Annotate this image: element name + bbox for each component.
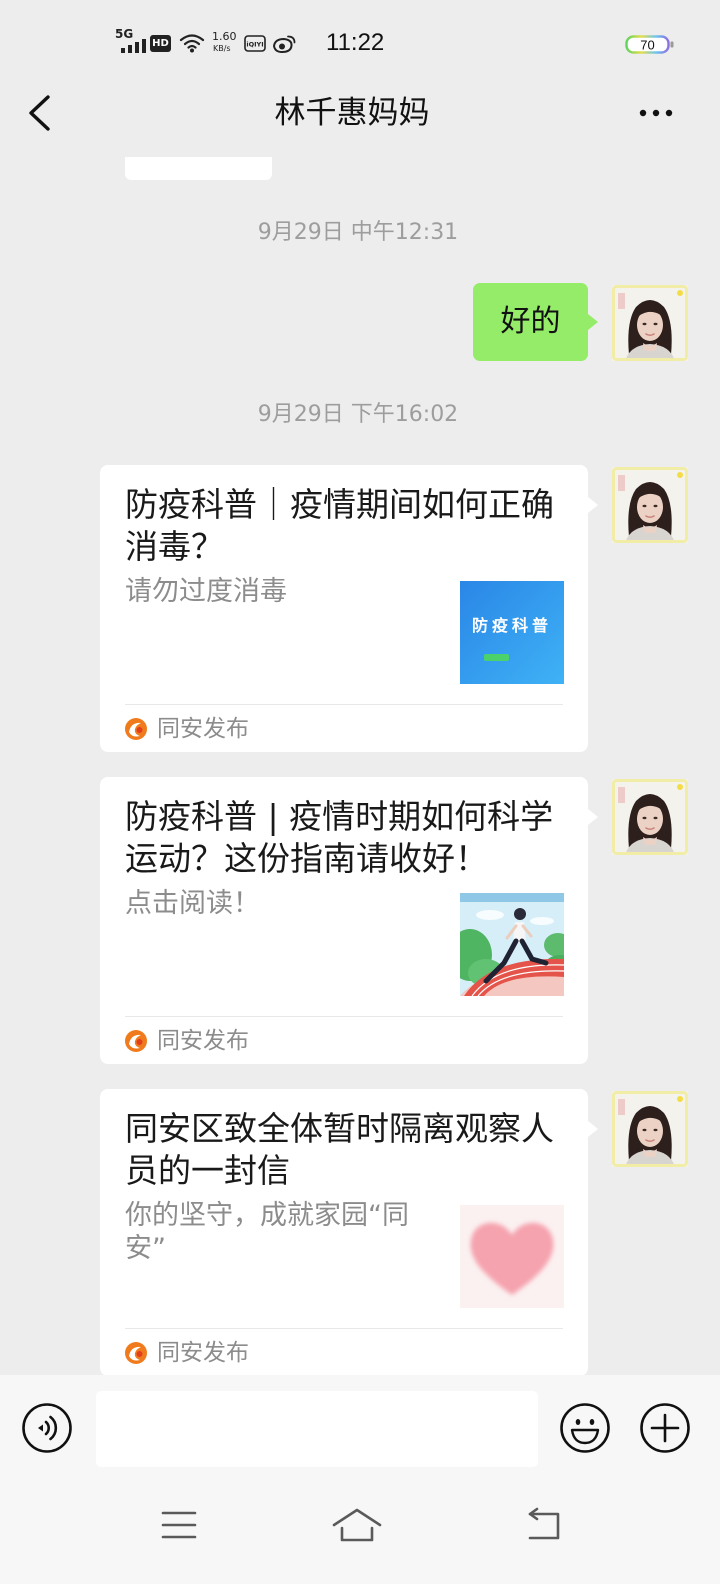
tongan-logo-icon <box>124 1341 148 1365</box>
card-source: 同安发布 <box>157 1028 249 1054</box>
system-nav-bar <box>0 1485 720 1584</box>
tongan-logo-icon <box>124 1029 148 1053</box>
article-card[interactable]: 同安区致全体暂时隔离观察人员的一封信 你的坚守，成就家园“同安” 同安发布 <box>100 1089 598 1376</box>
svg-text:iQIYI: iQIYI <box>246 41 263 49</box>
input-bar <box>0 1375 720 1485</box>
network-speed-unit: KB/s <box>213 44 231 53</box>
home-icon[interactable] <box>330 1505 384 1545</box>
article-card[interactable]: 防疫科普｜疫情期间如何正确消毒？ 请勿过度消毒 防疫科普 同安发布 <box>100 465 598 752</box>
card-description: 请勿过度消毒 <box>125 576 287 607</box>
divider <box>125 1328 563 1329</box>
signal-icon <box>121 39 146 53</box>
avatar[interactable] <box>612 1091 688 1167</box>
avatar[interactable] <box>612 467 688 543</box>
wifi-icon <box>179 34 205 53</box>
clock: 11:22 <box>326 29 385 56</box>
card-title: 同安区致全体暂时隔离观察人员的一封信 <box>125 1109 554 1190</box>
divider <box>125 704 563 705</box>
avatar[interactable] <box>612 285 688 361</box>
voice-icon[interactable] <box>21 1402 73 1454</box>
message-input[interactable] <box>96 1391 538 1467</box>
network-speed-value: 1.60 <box>212 30 237 43</box>
card-thumbnail: 防疫科普 <box>460 581 564 684</box>
divider <box>125 1016 563 1017</box>
iqiyi-icon: iQIYI <box>244 35 266 52</box>
menu-icon[interactable] <box>160 1508 198 1542</box>
card-source: 同安发布 <box>157 716 249 742</box>
card-title: 防疫科普｜疫情期间如何正确消毒？ <box>125 485 554 566</box>
hd-badge: HD <box>150 35 171 52</box>
avatar[interactable] <box>612 779 688 855</box>
chat-title: 林千惠妈妈 <box>274 95 430 131</box>
partial-message[interactable] <box>125 157 272 180</box>
card-thumbnail <box>460 1205 564 1308</box>
card-description: 你的坚守，成就家园“同安” <box>125 1200 409 1264</box>
svg-text:防疫科普: 防疫科普 <box>472 616 552 635</box>
sent-message-bubble[interactable]: 好的 <box>473 283 598 361</box>
card-thumbnail <box>460 893 564 996</box>
card-title: 防疫科普 | 疫情时期如何科学运动？这份指南请收好！ <box>125 797 554 878</box>
battery-icon: 70 <box>625 35 674 54</box>
card-source: 同安发布 <box>157 1340 249 1366</box>
timestamp: 9月29日 中午12:31 <box>257 220 459 245</box>
back-icon[interactable] <box>524 1505 564 1545</box>
more-icon[interactable] <box>636 104 676 122</box>
plus-icon[interactable] <box>639 1402 691 1454</box>
weibo-icon <box>272 35 296 54</box>
timestamp: 9月29日 下午16:02 <box>257 402 459 427</box>
tongan-logo-icon <box>124 717 148 741</box>
card-description: 点击阅读！ <box>125 888 260 919</box>
svg-text:70: 70 <box>640 38 654 53</box>
article-card[interactable]: 防疫科普 | 疫情时期如何科学运动？这份指南请收好！ 点击阅读！ 同安发布 <box>100 777 598 1064</box>
emoji-icon[interactable] <box>559 1402 611 1454</box>
